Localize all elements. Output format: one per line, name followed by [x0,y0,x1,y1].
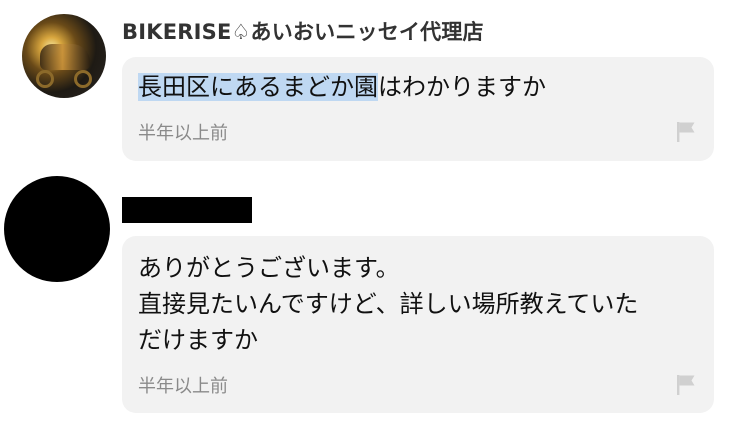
motorcycle-wheel [36,70,54,88]
comment-bubble: ありがとうございます。 直接見たいんですけど、詳しい場所教えていた だけますか … [122,236,714,413]
redacted-username [122,197,252,223]
timestamp: 半年以上前 [138,376,228,397]
username[interactable]: BIKERISE♤あいおいニッセイ代理店 [122,16,484,46]
comment-text: ありがとうございます。 直接見たいんですけど、詳しい場所教えていた だけますか [138,250,698,358]
comment-line: ありがとうございます。 [138,254,400,282]
flag-icon[interactable] [676,374,696,396]
comment-bubble: 長田区にあるまどか園はわかりますか 半年以上前 [122,57,714,161]
motorcycle-wheel [74,70,92,88]
user-avatar[interactable] [22,14,106,98]
comment-line: 直接見たいんですけど、詳しい場所教えていた [138,290,639,318]
comment-text: 長田区にあるまどか園はわかりますか [138,69,698,105]
redacted-avatar[interactable] [4,176,110,282]
motorcycle-image [40,44,90,70]
comment-line: だけますか [138,326,258,354]
flag-icon[interactable] [676,121,696,143]
timestamp: 半年以上前 [138,123,228,144]
comment-text-rest: はわかりますか [378,73,546,101]
selected-text[interactable]: 長田区にあるまどか園 [138,73,378,101]
